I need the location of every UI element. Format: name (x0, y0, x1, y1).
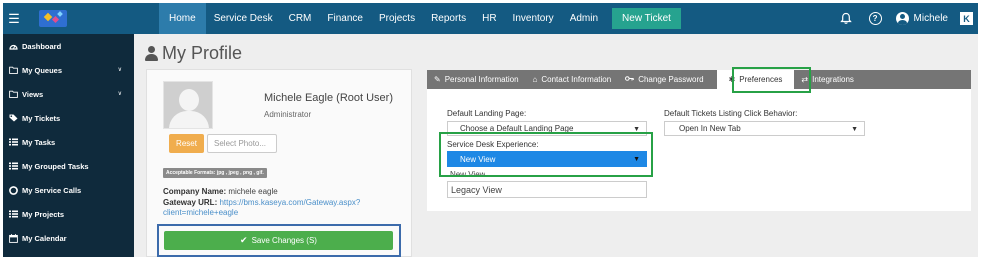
new-ticket-button[interactable]: New Ticket (612, 8, 681, 29)
acceptable-formats-badge: Acceptable Formats: jpg , jpeg , png , g… (163, 168, 267, 178)
chevron-down-icon[interactable]: ∨ (118, 66, 122, 73)
nav-service-desk[interactable]: Service Desk (206, 3, 281, 34)
list-icon (9, 162, 18, 170)
lifebuoy-icon (9, 185, 18, 195)
sidebar-item-label: My Service Calls (22, 185, 82, 195)
sidebar-item-my-tasks[interactable]: My Tasks (3, 130, 134, 154)
tab-label: Integrations (812, 75, 854, 84)
preferences-tab-highlight-box (732, 67, 811, 93)
dashboard-icon (9, 42, 18, 50)
sidebar-item-views[interactable]: Views ∨ (3, 82, 134, 106)
main-content: My Profile Michele Eagle (Root User) Adm… (134, 34, 978, 257)
sidebar-item-dashboard[interactable]: Dashboard (3, 34, 134, 58)
sidebar-item-my-projects[interactable]: My Projects (3, 202, 134, 226)
tab-contact-information[interactable]: ⌂ Contact Information (526, 70, 619, 89)
sidebar-item-label: My Tasks (22, 137, 56, 147)
default-landing-page-label: Default Landing Page: (447, 109, 527, 118)
profile-card: Michele Eagle (Root User) Administrator … (146, 69, 412, 257)
sidebar-item-label: Views (22, 89, 44, 99)
folder-icon (9, 66, 18, 74)
company-name-value: michele eagle (228, 187, 278, 196)
tab-label: Personal Information (444, 75, 519, 84)
user-name[interactable]: Michele (914, 13, 948, 24)
chevron-down-icon[interactable]: ∨ (118, 90, 122, 97)
profile-name: Michele Eagle (Root User) (264, 92, 393, 104)
profile-role: Administrator (264, 110, 312, 119)
calendar-icon (9, 233, 18, 243)
tab-bar: ✎ Personal Information ⌂ Contact Informa… (427, 70, 971, 89)
save-button-highlight-box (157, 224, 401, 257)
bell-icon[interactable] (839, 12, 853, 26)
app-window: ☰ Home Service Desk CRM Finance Projects… (3, 3, 978, 257)
sidebar-item-label: My Projects (22, 209, 65, 219)
sidebar-item-label: My Grouped Tasks (22, 161, 89, 171)
tab-label: Contact Information (541, 75, 612, 84)
pencil-icon: ✎ (434, 75, 441, 84)
nav-crm[interactable]: CRM (281, 3, 320, 34)
nav-projects[interactable]: Projects (371, 3, 423, 34)
sidebar-item-label: Dashboard (22, 41, 62, 51)
sidebar-item-my-service-calls[interactable]: My Service Calls (3, 178, 134, 202)
gateway-url-row: Gateway URL: https://bms.kaseya.com/Gate… (163, 198, 395, 218)
home-icon: ⌂ (532, 75, 538, 84)
menu-icon[interactable]: ☰ (3, 3, 25, 34)
nav-admin[interactable]: Admin (562, 3, 606, 34)
sidebar-item-my-grouped-tasks[interactable]: My Grouped Tasks (3, 154, 134, 178)
reset-button[interactable]: Reset (169, 134, 204, 153)
user-area: ? Michele K (839, 3, 978, 34)
page-title-text: My Profile (162, 43, 243, 63)
sidebar-item-my-calendar[interactable]: My Calendar (3, 226, 134, 250)
sidebar: Dashboard My Queues ∨ Views ∨ My Tickets (3, 34, 134, 257)
sidebar-item-my-queues[interactable]: My Queues ∨ (3, 58, 134, 82)
gateway-url-label: Gateway URL: (163, 198, 218, 207)
page-title: My Profile (145, 43, 242, 64)
user-icon[interactable] (895, 12, 909, 25)
company-name-row: Company Name: michele eagle (163, 187, 278, 196)
nav-hr[interactable]: HR (474, 3, 504, 34)
dropdown-option-legacy-view[interactable]: Legacy View (447, 181, 647, 198)
select-photo-input[interactable]: Select Photo... (207, 134, 277, 153)
sidebar-item-label: My Queues (22, 65, 63, 75)
nav-finance[interactable]: Finance (319, 3, 371, 34)
tab-label: Change Password (638, 75, 704, 84)
person-icon (145, 46, 158, 61)
main-menu: Home Service Desk CRM Finance Projects R… (159, 3, 681, 34)
nav-inventory[interactable]: Inventory (505, 3, 562, 34)
kaseya-logo-icon[interactable]: K (960, 12, 973, 25)
list-icon (9, 138, 18, 146)
tag-icon (9, 114, 18, 122)
click-behavior-value: Open In New Tab (679, 124, 741, 133)
tab-personal-information[interactable]: ✎ Personal Information (427, 70, 526, 89)
folder-icon (9, 90, 18, 98)
sidebar-item-label: My Tickets (22, 113, 61, 123)
top-navigation-bar: ☰ Home Service Desk CRM Finance Projects… (3, 3, 978, 34)
nav-reports[interactable]: Reports (423, 3, 474, 34)
click-behavior-select[interactable]: Open In New Tab ▼ (664, 121, 865, 136)
sidebar-item-my-tickets[interactable]: My Tickets (3, 106, 134, 130)
help-icon[interactable]: ? (868, 12, 882, 25)
click-behavior-label: Default Tickets Listing Click Behavior: (664, 109, 798, 118)
caret-down-icon: ▼ (851, 126, 858, 133)
avatar (163, 81, 213, 129)
tab-change-password[interactable]: Change Password (618, 70, 710, 89)
company-name-label: Company Name: (163, 187, 227, 196)
profile-tabs-panel: ✎ Personal Information ⌂ Contact Informa… (427, 67, 971, 211)
sidebar-item-label: My Calendar (22, 233, 67, 243)
logo-icon[interactable] (39, 10, 67, 27)
list-icon (9, 210, 18, 218)
service-desk-highlight-box (439, 132, 653, 177)
key-icon (625, 75, 634, 84)
nav-home[interactable]: Home (159, 3, 206, 34)
